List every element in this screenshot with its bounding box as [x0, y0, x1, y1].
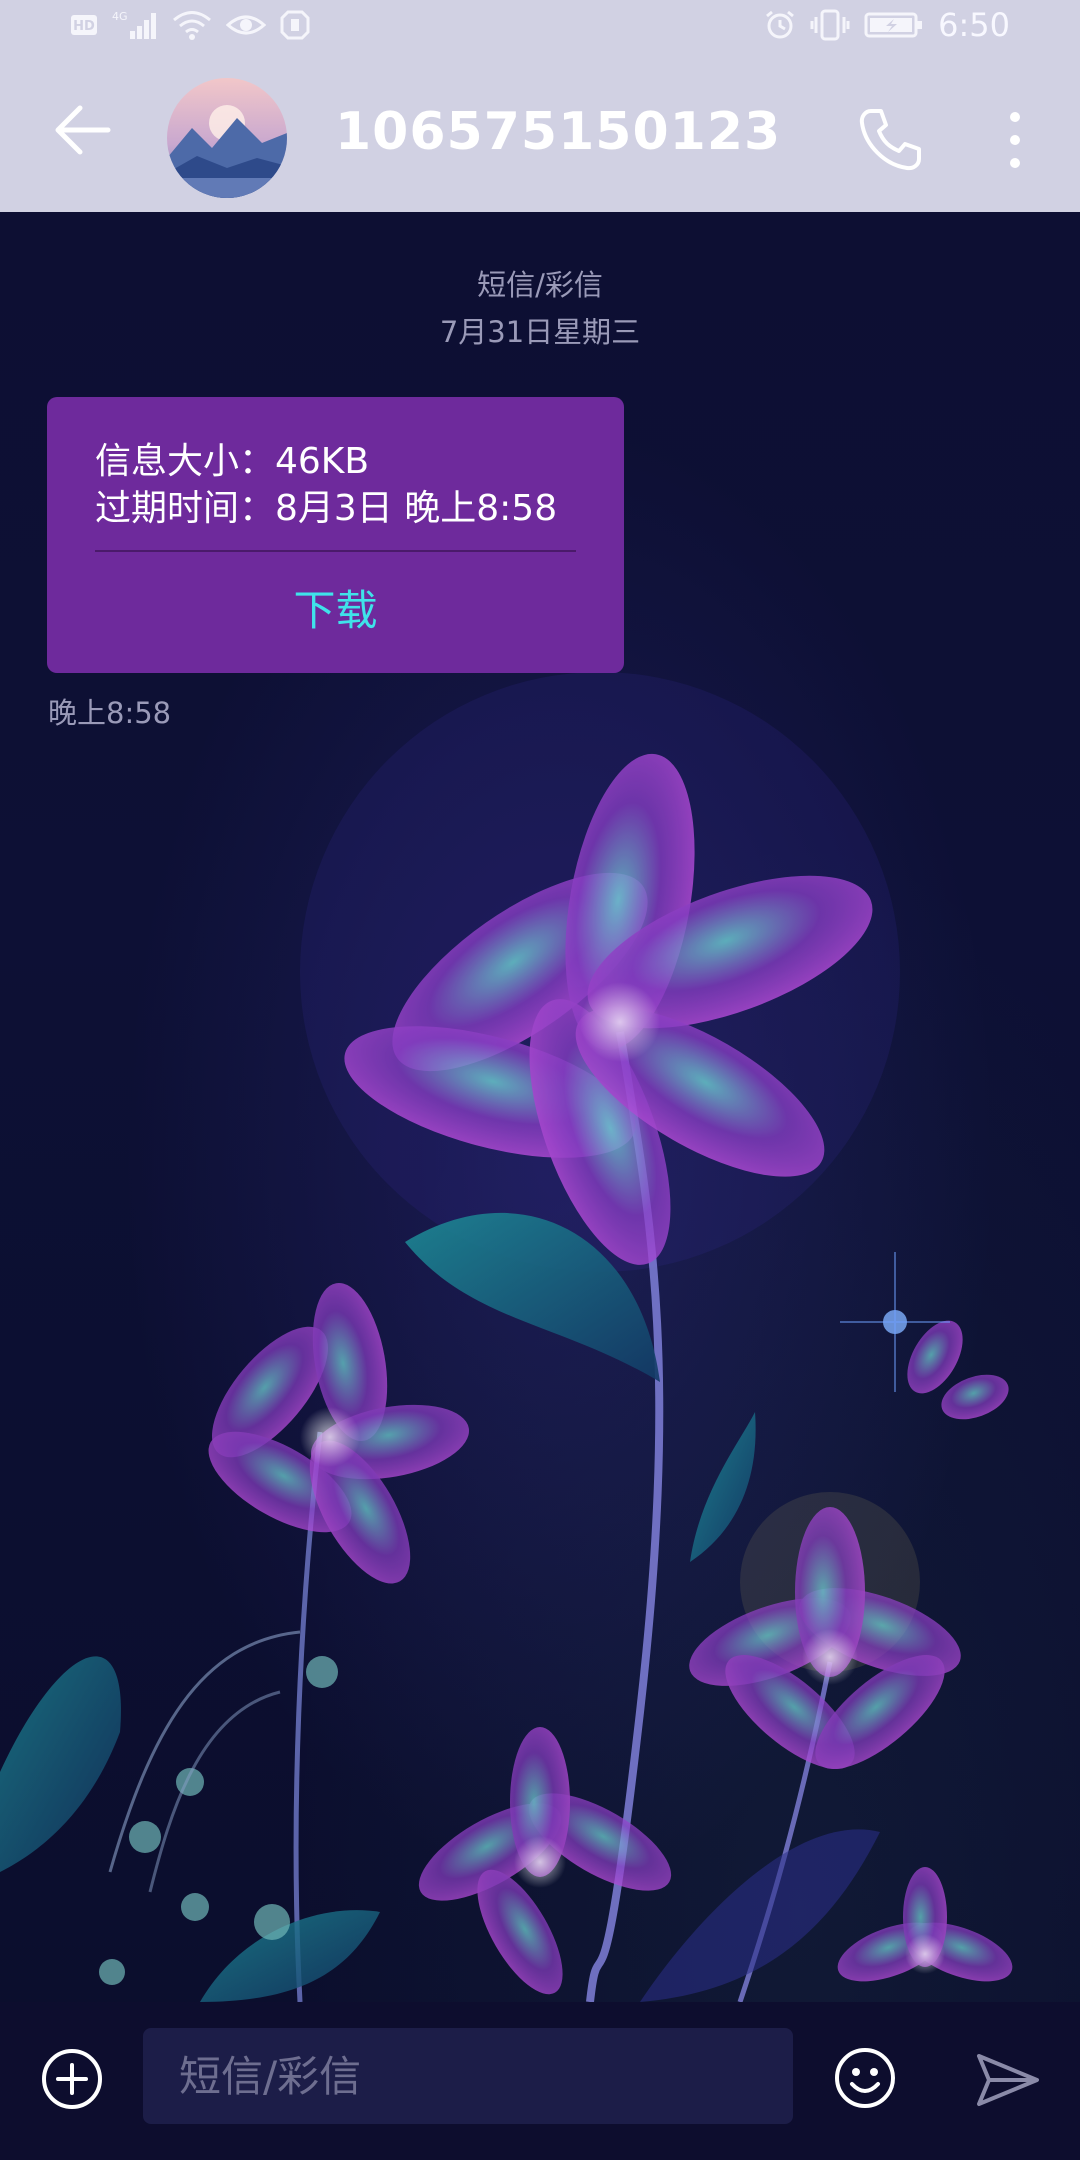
contact-name: 106575150123	[335, 102, 782, 162]
wifi-icon	[172, 9, 212, 41]
message-input[interactable]	[143, 2028, 793, 2124]
mms-message-card[interactable]: 信息大小：46KB 过期时间：8月3日 晚上8:58 下载	[47, 397, 624, 673]
conversation-meta: 短信/彩信 7月31日星期三	[0, 262, 1080, 356]
emoji-button[interactable]	[833, 2046, 897, 2110]
mms-expiry-text: 过期时间：8月3日 晚上8:58	[95, 488, 558, 529]
status-time: 6:50	[938, 6, 1010, 44]
contact-avatar[interactable]	[167, 78, 287, 198]
eye-icon	[226, 11, 266, 39]
more-options-button[interactable]	[995, 105, 1035, 175]
compose-bar	[0, 2002, 1080, 2160]
mms-divider	[95, 550, 576, 552]
landscape-avatar-icon	[167, 78, 287, 198]
back-arrow-icon	[55, 105, 111, 155]
download-button[interactable]: 下载	[47, 577, 624, 638]
status-left: HD 4G	[70, 9, 310, 41]
phone-icon	[859, 109, 921, 171]
4g-signal-icon: 4G	[112, 9, 158, 41]
status-right: 6:50	[764, 6, 1010, 44]
conversation-header: 106575150123	[0, 50, 1080, 212]
hd-icon: HD	[70, 13, 98, 37]
date-label: 7月31日星期三	[439, 315, 641, 349]
svg-text:4G: 4G	[112, 10, 128, 23]
send-button[interactable]	[975, 2050, 1041, 2110]
alarm-icon	[764, 9, 796, 41]
shield-icon	[280, 10, 310, 40]
add-attachment-button[interactable]	[40, 2047, 104, 2111]
status-bar: HD 4G 6:50	[0, 0, 1080, 50]
vibrate-icon	[810, 9, 850, 41]
send-icon	[977, 2054, 1039, 2106]
back-button[interactable]	[50, 95, 120, 165]
battery-charging-icon	[864, 11, 924, 39]
message-type-label: 短信/彩信	[477, 268, 603, 302]
messaging-screen: HD 4G 6:50 106575150123 短信/彩信 7月31日星期三 信…	[0, 0, 1080, 2160]
svg-text:HD: HD	[73, 19, 95, 34]
mms-size-text: 信息大小：46KB	[95, 441, 370, 482]
smiley-icon	[835, 2048, 895, 2108]
more-vertical-icon	[1010, 112, 1020, 168]
plus-circle-icon	[42, 2049, 102, 2109]
call-button[interactable]	[855, 105, 925, 175]
message-timestamp: 晚上8:58	[48, 696, 172, 730]
